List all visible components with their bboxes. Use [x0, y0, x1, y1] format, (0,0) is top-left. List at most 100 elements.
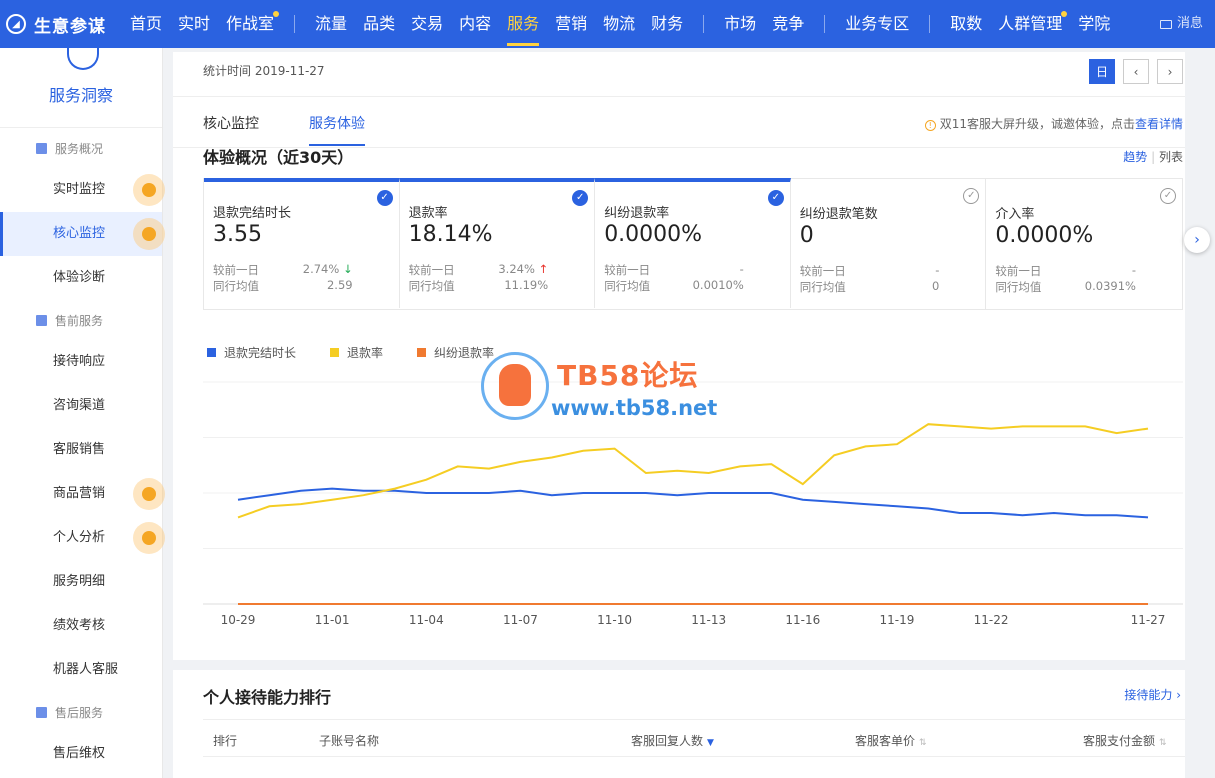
next-metrics-button[interactable]: ›	[1184, 227, 1210, 253]
metric-value: 0	[799, 223, 814, 248]
nav-item[interactable]: 品类	[355, 0, 403, 48]
column-header[interactable]: 客服回复人数 ▼	[631, 732, 714, 749]
nav-item[interactable]: 流量	[307, 0, 355, 48]
check-icon[interactable]: ✓	[376, 190, 393, 206]
sidebar-item[interactable]: 绩效考核	[0, 604, 162, 648]
section-icon	[36, 142, 47, 154]
metric-name: 介入率	[995, 207, 1035, 222]
app-logo[interactable]: ◢ 生意参谋	[0, 12, 122, 37]
metric-card[interactable]: ✓ 纠纷退款笔数 0 较前一日 - 同行均值 0	[791, 179, 987, 309]
column-header[interactable]: 客服客单价 ⇅	[855, 732, 927, 749]
average-label: 同行均值	[995, 280, 1042, 294]
x-tick-label: 11-07	[503, 613, 538, 627]
nav-item[interactable]: 交易	[403, 0, 451, 48]
sidebar-item[interactable]: 服务明细	[0, 560, 162, 604]
nav-item[interactable]: 作战室	[218, 0, 282, 48]
nav-item[interactable]: 内容	[451, 0, 499, 48]
nav-item[interactable]: 竞争	[764, 0, 812, 48]
average-label: 同行均值	[604, 279, 651, 293]
nav-item[interactable]: 业务专区	[837, 0, 917, 48]
sidebar-section: 服务概况	[0, 128, 162, 168]
legend-item[interactable]: 退款完结时长	[207, 344, 296, 361]
sidebar-title: 服务洞察	[48, 86, 113, 105]
metric-name: 纠纷退款率	[604, 206, 670, 221]
column-label: 客服支付金额	[1083, 734, 1156, 748]
nav-item-label: 作战室	[226, 14, 275, 33]
nav-item[interactable]: 营销	[547, 0, 595, 48]
column-header: 排行	[213, 732, 237, 749]
nav-item[interactable]: 人群管理	[990, 0, 1070, 48]
x-tick-label: 11-10	[597, 613, 632, 627]
sidebar-section-label: 售前服务	[55, 313, 104, 328]
sidebar-item[interactable]: 个人分析	[0, 516, 165, 560]
ranking-link[interactable]: 接待能力 ›	[1124, 686, 1181, 703]
nav-item[interactable]: 财务	[643, 0, 691, 48]
check-icon[interactable]: ✓	[1159, 188, 1176, 204]
sidebar-item[interactable]: 咨询渠道	[0, 384, 162, 428]
column-header[interactable]: 客服支付金额 ⇅	[1083, 732, 1167, 749]
notice-link[interactable]: 查看详情	[1135, 117, 1183, 131]
message-button[interactable]: 消息	[1159, 0, 1203, 48]
highlight-marker	[133, 478, 165, 510]
sidebar-item[interactable]: 核心监控	[0, 212, 165, 256]
watermark-title: TB58论坛	[557, 359, 699, 392]
chart-legend: 退款完结时长 退款率 纠纷退款率	[207, 344, 528, 361]
experience-card: 统计时间 2019-11-27 日 ‹ › 核心监控 服务体验 ! 双11客服大屏…	[173, 52, 1210, 660]
metric-card[interactable]: ✓ 退款率 18.14% 较前一日 3.24% ↑ 同行均值 11.19%	[399, 178, 596, 308]
nav-item[interactable]: 物流	[595, 0, 643, 48]
metric-value: 18.14%	[408, 222, 493, 247]
legend-item[interactable]: 退款率	[330, 344, 383, 361]
nav-item-label: 首页	[130, 14, 163, 33]
metric-compare-row: 较前一日 3.24% ↑	[409, 262, 549, 278]
average-label: 同行均值	[408, 279, 455, 293]
section-title: 体验概况（近30天）	[203, 148, 354, 167]
nav-item[interactable]: 学院	[1070, 0, 1118, 48]
view-switch: 趋势 | 列表	[1123, 150, 1183, 164]
ranking-title: 个人接待能力排行	[203, 688, 332, 707]
sidebar-item-label: 核心监控	[53, 226, 106, 241]
sort-icon[interactable]: ⇅	[919, 738, 927, 748]
sidebar-item[interactable]: 客服销售	[0, 428, 162, 472]
nav-item[interactable]: 取数	[942, 0, 990, 48]
nav-item-label: 财务	[651, 14, 684, 33]
nav-item[interactable]: 市场	[716, 0, 764, 48]
tab-core-monitor[interactable]: 核心监控	[203, 113, 259, 133]
sidebar-item[interactable]: 实时监控	[0, 168, 165, 212]
nav-item[interactable]: 实时	[170, 0, 218, 48]
hand-icon	[499, 364, 531, 406]
metric-card[interactable]: ✓ 退款完结时长 3.55 较前一日 2.74% ↓ 同行均值 2.59	[204, 178, 400, 308]
sidebar-item[interactable]: 机器人客服	[0, 648, 162, 692]
highlight-marker	[133, 174, 165, 206]
sidebar-item[interactable]: 售后维权	[0, 732, 162, 776]
check-icon[interactable]: ✓	[767, 190, 784, 206]
day-button[interactable]: 日	[1089, 59, 1115, 84]
metric-compare-row: 较前一日 2.74% ↓	[213, 262, 353, 278]
metric-card[interactable]: ✓ 纠纷退款率 0.0000% 较前一日 - 同行均值 0.0010%	[595, 178, 791, 308]
average-value: 0	[932, 279, 940, 293]
metric-value: 3.55	[213, 222, 262, 247]
metric-card[interactable]: ✓ 介入率 0.0000% 较前一日 - 同行均值 0.0391%	[986, 179, 1182, 309]
sidebar-menu: 服务概况 实时监控核心监控体验诊断售前服务接待响应 咨询渠道 客服销售 商品营销 个人分析…	[0, 128, 165, 776]
sidebar-section-label: 售后服务	[55, 705, 104, 720]
nav-item[interactable]: 首页	[122, 0, 170, 48]
nav-item-label: 竞争	[772, 14, 805, 33]
metric-average-row: 同行均值 11.19%	[409, 278, 549, 294]
sort-icon[interactable]: ⇅	[1159, 738, 1167, 748]
next-date-button[interactable]: ›	[1157, 59, 1183, 84]
sort-desc-icon[interactable]: ▼	[707, 738, 714, 748]
check-icon[interactable]: ✓	[572, 190, 589, 206]
ranking-card: 个人接待能力排行 接待能力 › 排行 子账号名称 客服回复人数 ▼ 客服客单价 ⇅ 客服支付…	[173, 670, 1185, 778]
column-label: 客服客单价	[855, 734, 916, 748]
arrow-down-icon: ↓	[339, 262, 353, 276]
average-label: 同行均值	[213, 279, 259, 293]
prev-date-button[interactable]: ‹	[1123, 59, 1149, 84]
view-trend[interactable]: 趋势	[1123, 150, 1147, 164]
sidebar-item[interactable]: 商品营销	[0, 472, 165, 516]
nav-item-label: 物流	[603, 14, 636, 33]
view-list[interactable]: 列表	[1159, 150, 1183, 164]
tab-service-experience[interactable]: 服务体验	[309, 113, 365, 146]
sidebar-item[interactable]: 接待响应	[0, 340, 162, 384]
check-icon[interactable]: ✓	[963, 188, 980, 204]
sidebar-item[interactable]: 体验诊断	[0, 256, 162, 300]
nav-item[interactable]: 服务	[499, 0, 547, 48]
